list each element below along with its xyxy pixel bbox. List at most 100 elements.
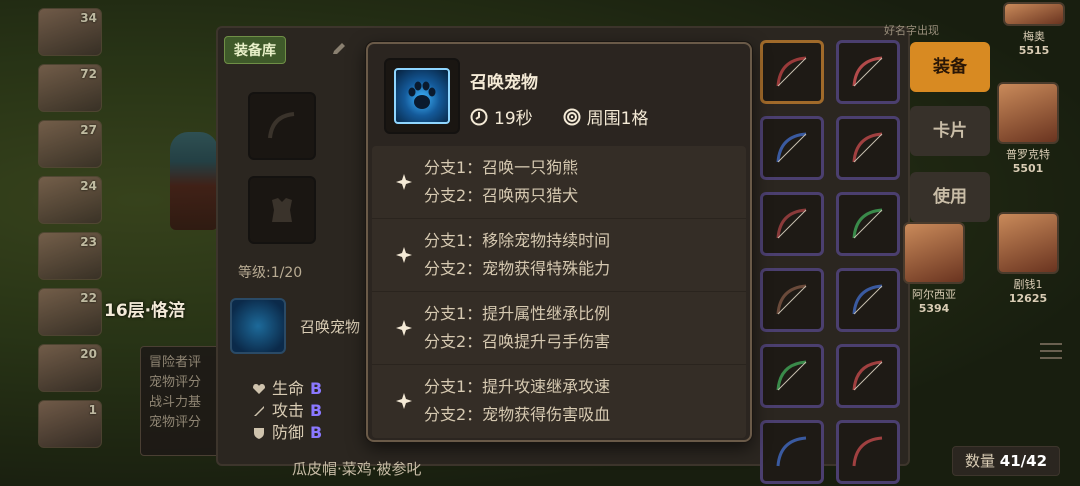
branch-option-2: 分支2：宠物获得特殊能力 xyxy=(424,259,611,278)
bow-icon xyxy=(852,56,883,87)
equipped-skill-row[interactable]: 召唤宠物 xyxy=(226,292,366,358)
stat-label: 攻击 xyxy=(272,401,305,420)
skill-icon-frame xyxy=(384,58,460,134)
bow-item[interactable] xyxy=(836,344,900,408)
bow-icon xyxy=(776,208,807,239)
menu-icon[interactable] xyxy=(1040,342,1062,360)
range-value: 周围1格 xyxy=(586,109,649,129)
bow-icon xyxy=(852,284,883,315)
stat-grade: B xyxy=(310,401,323,420)
bow-item[interactable] xyxy=(760,192,824,256)
count-label: 数量 xyxy=(964,452,995,470)
armor-slot[interactable] xyxy=(248,176,316,244)
hero-slot[interactable]: 34 xyxy=(38,8,102,56)
weapon-slot[interactable] xyxy=(248,92,316,160)
bow-item[interactable] xyxy=(836,40,900,104)
hero-level: 22 xyxy=(80,291,97,305)
bow-item[interactable] xyxy=(836,192,900,256)
rating-line: 冒险者评 xyxy=(149,355,202,370)
tab-card[interactable]: 卡片 xyxy=(910,106,990,156)
hero-slot[interactable]: 27 xyxy=(38,120,102,168)
branch-option-1: 分支1：移除宠物持续时间 xyxy=(424,231,611,250)
rating-line: 宠物评分 xyxy=(149,415,202,430)
roster-value: 5515 xyxy=(1018,44,1050,57)
bow-item[interactable] xyxy=(836,268,900,332)
bow-icon xyxy=(852,436,883,467)
heart-icon xyxy=(253,384,265,394)
roster-value: 5501 xyxy=(1012,162,1044,175)
hero-level: 20 xyxy=(80,347,97,361)
paw-icon xyxy=(230,298,286,354)
branch-group: 分支1：提升攻速继承攻速 分支2：宠物获得伤害吸血 xyxy=(372,365,746,437)
roster-card[interactable]: 阿尔西亚 5394 xyxy=(902,222,966,315)
avatar xyxy=(903,222,965,284)
roster-card[interactable]: 剧钱1 12625 xyxy=(996,212,1060,305)
bow-item[interactable] xyxy=(836,116,900,180)
hero-slot[interactable]: 23 xyxy=(38,232,102,280)
hero-level: 24 xyxy=(80,179,97,193)
stat-label: 防御 xyxy=(272,423,305,442)
skill-meta: 19秒 周围1格 xyxy=(470,104,648,129)
avatar xyxy=(1003,2,1065,26)
bow-item[interactable] xyxy=(760,116,824,180)
hero-level: 72 xyxy=(80,67,97,81)
hero-slot[interactable]: 24 xyxy=(38,176,102,224)
sparkle-icon xyxy=(396,247,412,263)
stat-grade: B xyxy=(310,379,323,398)
hero-slot[interactable]: 72 xyxy=(38,64,102,112)
avatar xyxy=(997,82,1059,144)
hero-list: 34 72 27 24 23 22 20 1 xyxy=(38,8,104,456)
tab-equipment[interactable]: 装备 xyxy=(910,42,990,92)
branch-list: 分支1：召唤一只狗熊 分支2：召唤两只猎犬 分支1：移除宠物持续时间 分支2：宠… xyxy=(372,146,746,438)
hero-level: 1 xyxy=(88,403,97,417)
paw-icon xyxy=(408,81,436,109)
roster-value: 5394 xyxy=(918,302,950,315)
bow-item[interactable] xyxy=(760,420,824,484)
branch-group: 分支1：提升属性继承比例 分支2：召唤提升弓手伤害 xyxy=(372,292,746,365)
roster-card[interactable]: 普罗克特 5501 xyxy=(996,82,1060,175)
bow-item[interactable] xyxy=(760,344,824,408)
roster-name: 剧钱1 xyxy=(1013,278,1043,291)
use-button[interactable]: 使用 xyxy=(910,172,990,222)
panel-footer-text: 瓜皮帽·菜鸡·被参叱 xyxy=(292,460,422,478)
hero-level: 34 xyxy=(80,11,97,25)
equipped-skill-name: 召唤宠物 xyxy=(300,318,361,336)
duration-value: 19秒 xyxy=(494,109,533,129)
skill-title: 召唤宠物 xyxy=(470,73,538,93)
edit-icon[interactable] xyxy=(330,40,348,58)
inventory-count: 数量 41/42 xyxy=(952,446,1060,476)
stat-label: 生命 xyxy=(272,379,305,398)
bow-silhouette-icon xyxy=(268,112,295,139)
roster-card[interactable]: 梅奥 5515 xyxy=(1002,2,1066,57)
hero-level: 27 xyxy=(80,123,97,137)
shield-icon xyxy=(254,428,264,439)
stat-attack: 攻击 B xyxy=(252,400,322,422)
bow-item[interactable] xyxy=(760,268,824,332)
roster-name: 阿尔西亚 xyxy=(912,288,956,301)
branch-option-2: 分支2：召唤提升弓手伤害 xyxy=(424,332,611,351)
stat-grade: B xyxy=(310,423,323,442)
branch-group: 分支1：移除宠物持续时间 分支2：宠物获得特殊能力 xyxy=(372,219,746,292)
floor-label: 16层·恪涪 xyxy=(104,301,186,321)
roster-name: 普罗克特 xyxy=(1006,148,1050,161)
sparkle-icon xyxy=(396,174,412,190)
target-icon xyxy=(563,108,581,125)
hero-slot[interactable]: 22 xyxy=(38,288,102,336)
bow-icon xyxy=(776,436,807,467)
branch-group: 分支1：召唤一只狗熊 分支2：召唤两只猎犬 xyxy=(372,146,746,219)
bow-icon xyxy=(852,360,883,391)
bow-item[interactable] xyxy=(760,40,824,104)
hero-level: 23 xyxy=(80,235,97,249)
equipment-level: 等级:1/20 xyxy=(238,265,303,281)
skill-tooltip: 召唤宠物 19秒 周围1格 分支1：召唤一只狗熊 分支2：召唤两只猎犬 分支1：… xyxy=(366,42,752,442)
hero-slot[interactable]: 1 xyxy=(38,400,102,448)
equipment-library-tag[interactable]: 装备库 xyxy=(224,36,286,64)
hero-slot[interactable]: 20 xyxy=(38,344,102,392)
armor-silhouette-icon xyxy=(272,198,292,222)
skill-range: 周围1格 xyxy=(563,104,649,129)
clock-icon xyxy=(470,108,488,125)
branch-option-1: 分支1：提升攻速继承攻速 xyxy=(424,377,611,396)
bow-item[interactable] xyxy=(836,420,900,484)
bow-icon xyxy=(776,360,807,391)
branch-option-1: 分支1：提升属性继承比例 xyxy=(424,304,611,323)
